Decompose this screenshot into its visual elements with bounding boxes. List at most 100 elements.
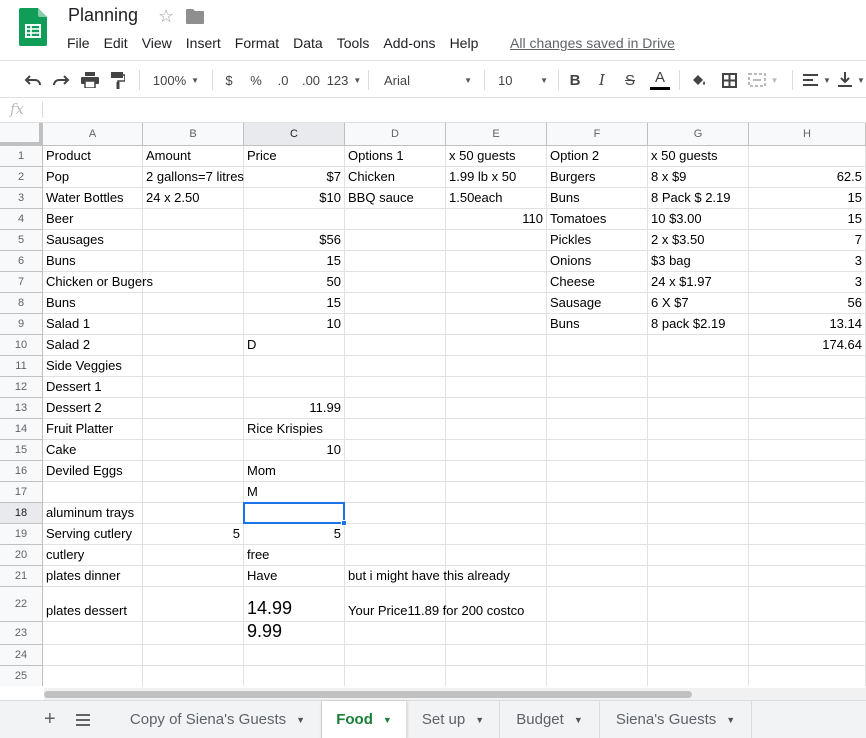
cell-f12[interactable] bbox=[547, 377, 648, 398]
cell-f9[interactable]: Buns bbox=[547, 314, 648, 335]
menu-help[interactable]: Help bbox=[443, 34, 486, 54]
fill-color-button[interactable] bbox=[686, 61, 712, 99]
cell-e5[interactable] bbox=[446, 230, 547, 251]
save-status-link[interactable]: All changes saved in Drive bbox=[510, 35, 675, 51]
cell-d4[interactable] bbox=[345, 209, 446, 230]
row-header-12[interactable]: 12 bbox=[0, 377, 43, 398]
cell-c3[interactable]: $10 bbox=[244, 188, 345, 209]
cell-g14[interactable] bbox=[648, 419, 749, 440]
row-header-14[interactable]: 14 bbox=[0, 419, 43, 440]
print-button[interactable] bbox=[77, 61, 103, 99]
cell-c14[interactable]: Rice Krispies bbox=[244, 419, 345, 440]
cell-a22[interactable]: plates dessert bbox=[43, 587, 143, 622]
borders-button[interactable] bbox=[716, 61, 742, 99]
cell-b23[interactable] bbox=[143, 622, 244, 645]
cell-h7[interactable]: 3 bbox=[749, 272, 866, 293]
cell-g17[interactable] bbox=[648, 482, 749, 503]
menu-format[interactable]: Format bbox=[228, 34, 286, 54]
cell-h18[interactable] bbox=[749, 503, 866, 524]
cell-f17[interactable] bbox=[547, 482, 648, 503]
cell-g11[interactable] bbox=[648, 356, 749, 377]
cell-h6[interactable]: 3 bbox=[749, 251, 866, 272]
cell-e17[interactable] bbox=[446, 482, 547, 503]
cell-b21[interactable] bbox=[143, 566, 244, 587]
cell-g12[interactable] bbox=[648, 377, 749, 398]
cell-c23[interactable]: 9.99 bbox=[244, 621, 345, 645]
cell-g22[interactable] bbox=[648, 587, 749, 622]
cell-g10[interactable] bbox=[648, 335, 749, 356]
cell-h22[interactable] bbox=[749, 587, 866, 622]
cell-e1[interactable]: x 50 guests bbox=[446, 146, 547, 167]
cell-c16[interactable]: Mom bbox=[244, 461, 345, 482]
sheet-tab-copy-of-siena-s-guests[interactable]: Copy of Siena's Guests ▼ bbox=[114, 701, 322, 738]
cell-e22[interactable] bbox=[446, 587, 547, 622]
row-header-19[interactable]: 19 bbox=[0, 524, 43, 545]
cell-d22[interactable]: Your Price11.89 for 200 costco bbox=[345, 587, 524, 622]
cell-e10[interactable] bbox=[446, 335, 547, 356]
cell-b11[interactable] bbox=[143, 356, 244, 377]
cell-e7[interactable] bbox=[446, 272, 547, 293]
cell-c17[interactable]: M bbox=[244, 482, 345, 503]
currency-format-button[interactable]: $ bbox=[218, 61, 240, 99]
cell-c22[interactable]: 14.99 bbox=[244, 587, 345, 622]
cell-f16[interactable] bbox=[547, 461, 648, 482]
cell-a9[interactable]: Salad 1 bbox=[43, 314, 143, 335]
cell-h16[interactable] bbox=[749, 461, 866, 482]
cell-a7[interactable]: Chicken or Bugers bbox=[43, 272, 153, 293]
fill-handle[interactable] bbox=[341, 520, 347, 526]
row-header-15[interactable]: 15 bbox=[0, 440, 43, 461]
sheet-tab-set-up[interactable]: Set up ▼ bbox=[407, 701, 500, 738]
cell-a21[interactable]: plates dinner bbox=[43, 566, 143, 587]
cell-h19[interactable] bbox=[749, 524, 866, 545]
cell-e12[interactable] bbox=[446, 377, 547, 398]
cell-a3[interactable]: Water Bottles bbox=[43, 188, 143, 209]
cell-a16[interactable]: Deviled Eggs bbox=[43, 461, 143, 482]
cell-a13[interactable]: Dessert 2 bbox=[43, 398, 143, 419]
cell-e4[interactable]: 110 bbox=[446, 209, 547, 230]
cell-g13[interactable] bbox=[648, 398, 749, 419]
document-title[interactable]: Planning bbox=[68, 5, 138, 26]
cell-c1[interactable]: Price bbox=[244, 146, 345, 167]
cell-g3[interactable]: 8 Pack $ 2.19 bbox=[648, 188, 749, 209]
cell-a25[interactable] bbox=[43, 666, 143, 686]
cell-h14[interactable] bbox=[749, 419, 866, 440]
cell-b15[interactable] bbox=[143, 440, 244, 461]
cell-b22[interactable] bbox=[143, 587, 244, 622]
cell-f25[interactable] bbox=[547, 666, 648, 686]
cell-e20[interactable] bbox=[446, 545, 547, 566]
cell-h1[interactable] bbox=[749, 146, 866, 167]
row-header-8[interactable]: 8 bbox=[0, 293, 43, 314]
row-header-17[interactable]: 17 bbox=[0, 482, 43, 503]
cell-b9[interactable] bbox=[143, 314, 244, 335]
cell-b17[interactable] bbox=[143, 482, 244, 503]
cell-d21[interactable]: but i might have this already bbox=[345, 566, 510, 587]
cell-f8[interactable]: Sausage bbox=[547, 293, 648, 314]
cell-h4[interactable]: 15 bbox=[749, 209, 866, 230]
cell-c24[interactable] bbox=[244, 645, 345, 666]
cell-d8[interactable] bbox=[345, 293, 446, 314]
formula-input[interactable] bbox=[48, 100, 858, 120]
sheets-logo-icon[interactable] bbox=[19, 8, 47, 46]
row-header-18[interactable]: 18 bbox=[0, 503, 43, 524]
cell-d24[interactable] bbox=[345, 645, 446, 666]
row-header-10[interactable]: 10 bbox=[0, 335, 43, 356]
cell-g7[interactable]: 24 x $1.97 bbox=[648, 272, 749, 293]
cell-b20[interactable] bbox=[143, 545, 244, 566]
column-header-h[interactable]: H bbox=[749, 123, 866, 146]
row-header-16[interactable]: 16 bbox=[0, 461, 43, 482]
cell-e3[interactable]: 1.50each bbox=[446, 188, 547, 209]
cell-d17[interactable] bbox=[345, 482, 446, 503]
column-header-a[interactable]: A bbox=[43, 123, 143, 146]
cell-e24[interactable] bbox=[446, 645, 547, 666]
menu-view[interactable]: View bbox=[135, 34, 179, 54]
cell-f7[interactable]: Cheese bbox=[547, 272, 648, 293]
column-header-d[interactable]: D bbox=[345, 123, 446, 146]
add-sheet-button[interactable]: + bbox=[44, 708, 56, 731]
cell-d20[interactable] bbox=[345, 545, 446, 566]
row-header-20[interactable]: 20 bbox=[0, 545, 43, 566]
text-color-button[interactable]: A bbox=[648, 61, 672, 99]
row-header-11[interactable]: 11 bbox=[0, 356, 43, 377]
row-header-22[interactable]: 22 bbox=[0, 587, 43, 622]
cell-e11[interactable] bbox=[446, 356, 547, 377]
cell-e13[interactable] bbox=[446, 398, 547, 419]
